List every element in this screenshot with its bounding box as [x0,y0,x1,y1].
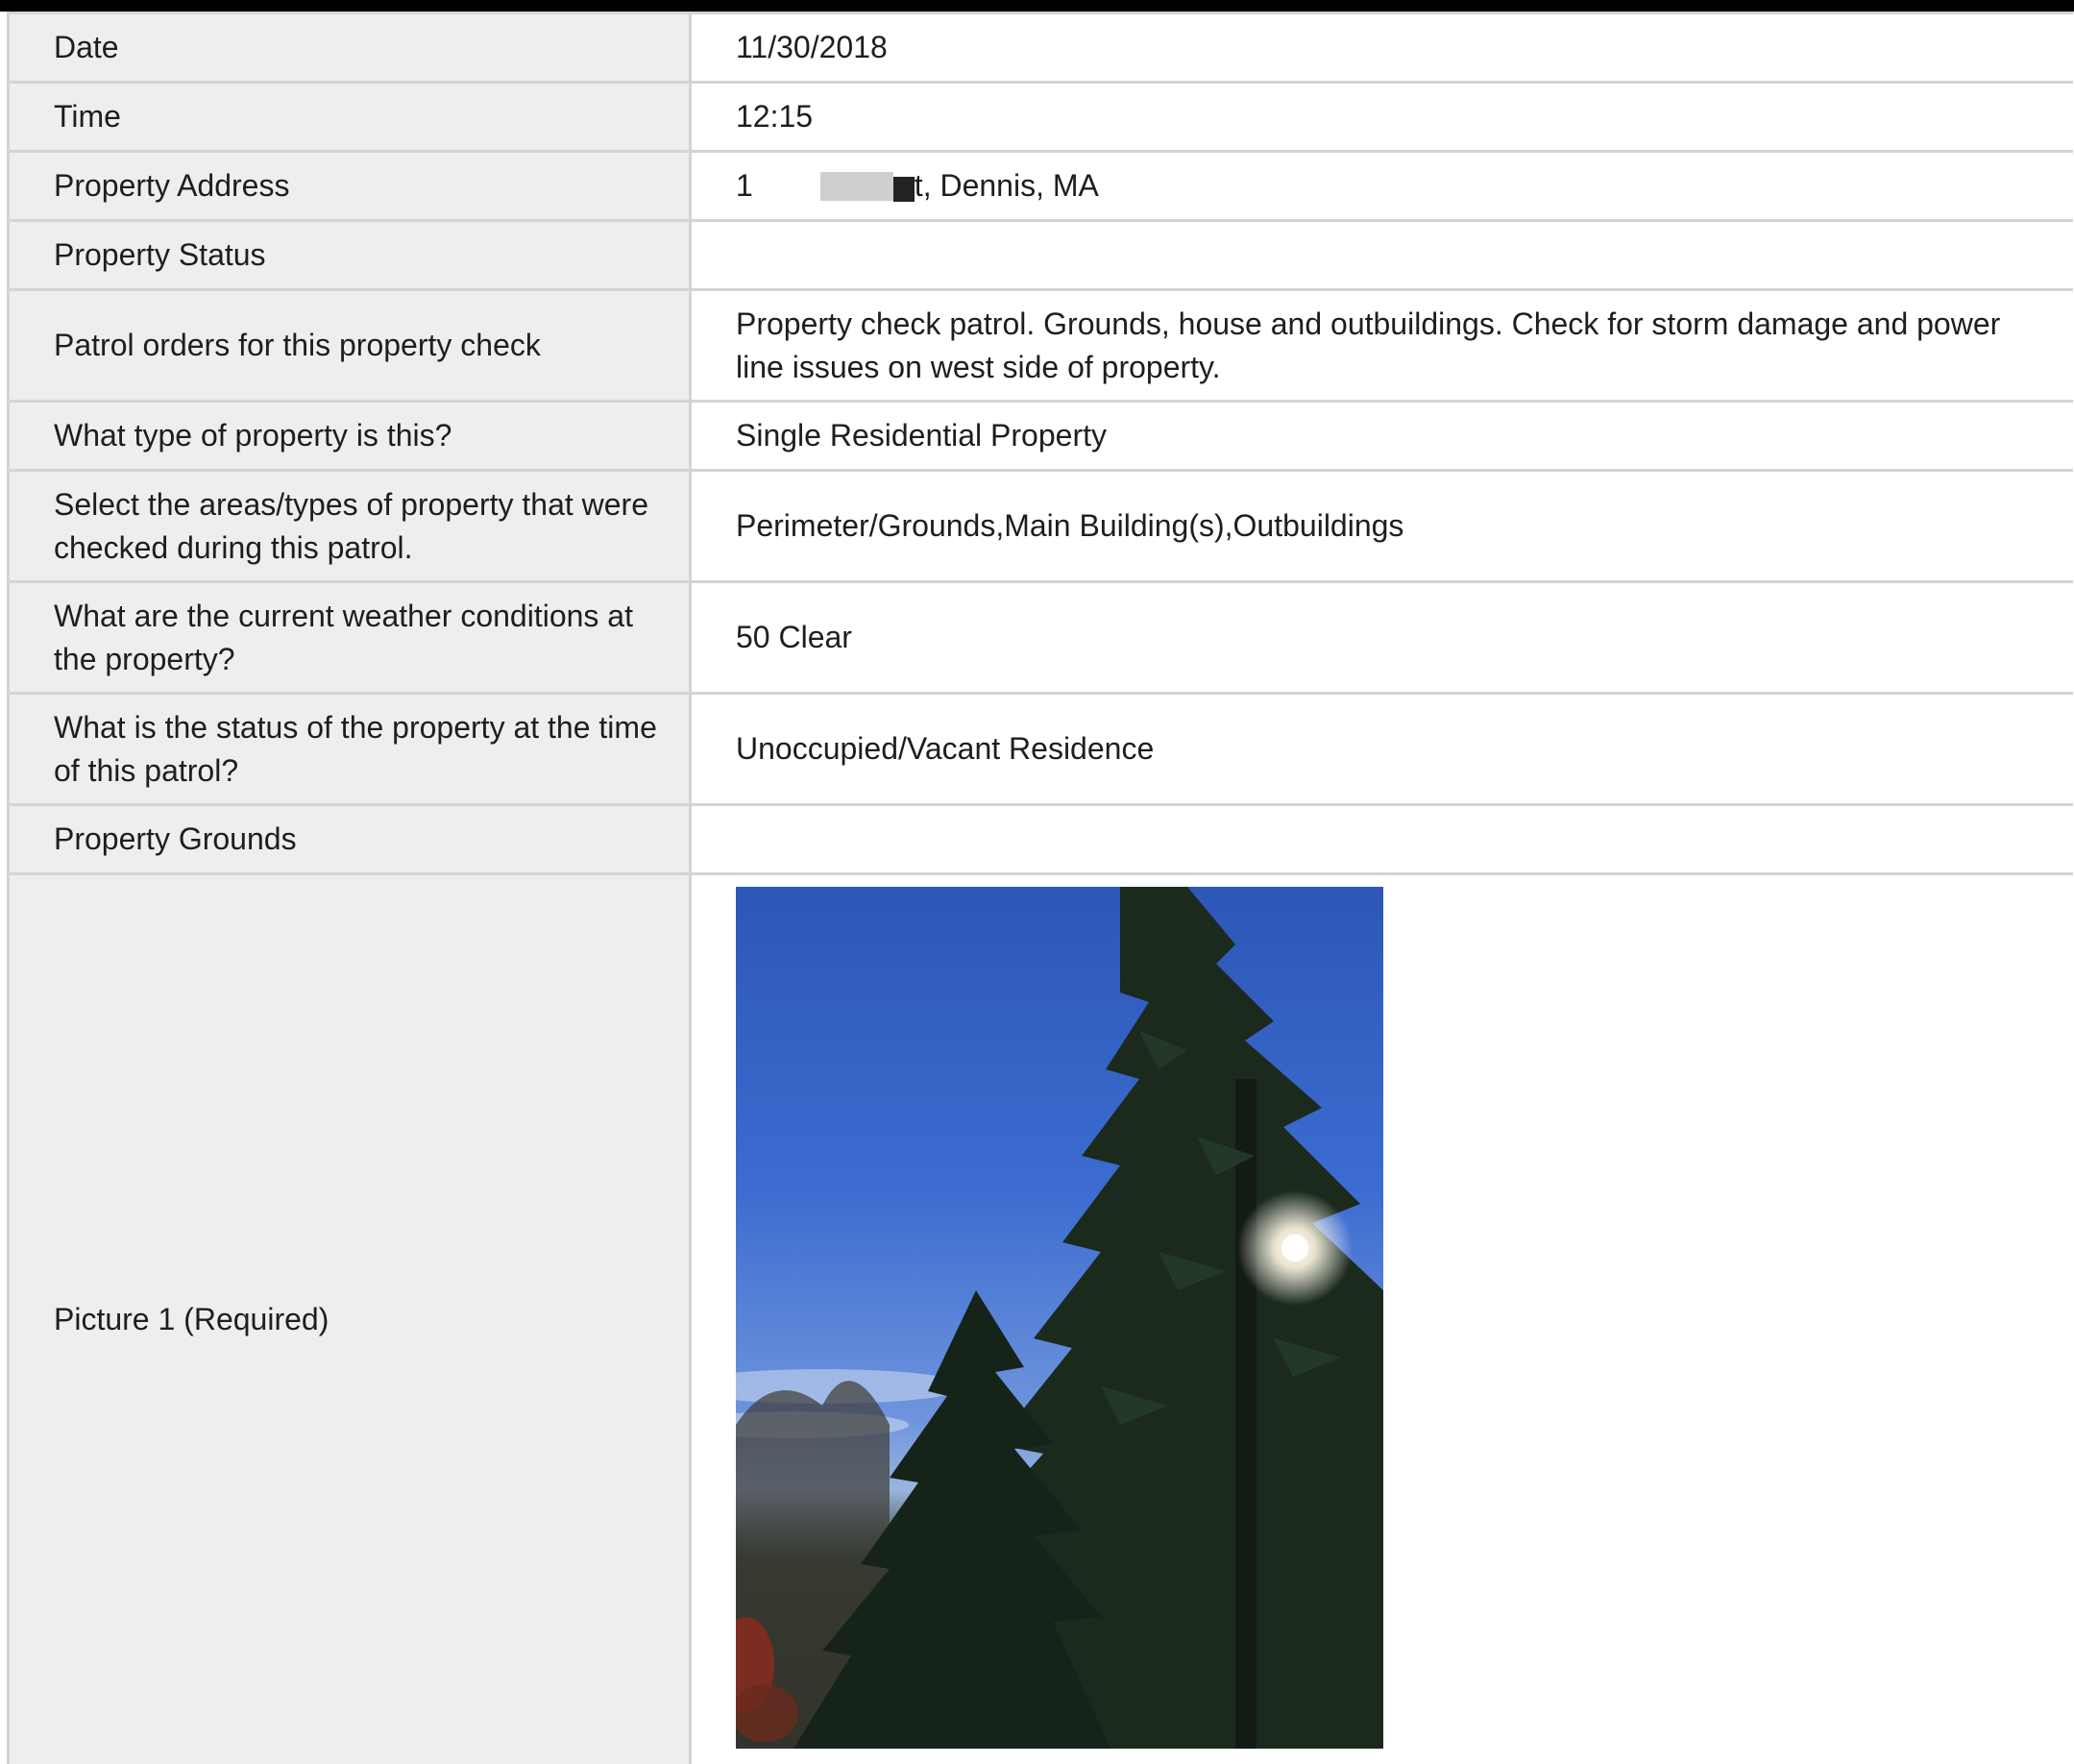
address-rest: t, Dennis, MA [914,168,1099,203]
property-grounds-label: Property Grounds [7,806,692,872]
picture-1-cell [692,875,2073,1764]
time-label: Time [7,84,692,150]
property-grounds-value [692,806,2073,872]
weather-value: 50 Clear [736,620,852,654]
areas-checked-label: Select the areas/types of property that … [7,472,692,580]
row-property-address: Property Address 1 t, Dennis, MA [7,153,2073,222]
occupancy-status-label: What is the status of the property at th… [7,695,692,803]
redaction-black [892,176,915,202]
property-address-label: Property Address [7,153,692,219]
property-status-label: Property Status [7,222,692,288]
occupancy-status-value: Unoccupied/Vacant Residence [736,731,1155,766]
property-type-value: Single Residential Property [736,418,1107,453]
row-date: Date 11/30/2018 [7,14,2073,84]
row-property-type: What type of property is this? Single Re… [7,403,2073,472]
row-occupancy-status: What is the status of the property at th… [7,695,2073,806]
row-time: Time 12:15 [7,84,2073,153]
top-bar [0,0,2074,12]
date-label: Date [7,14,692,81]
address-text: 1 t, Dennis, MA [736,164,1099,208]
row-picture-1: Picture 1 (Required) [7,875,2073,1764]
photo-pine-trees-sun [736,887,1383,1749]
patrol-orders-value: Property check patrol. Grounds, house an… [736,306,2001,384]
row-property-status: Property Status [7,222,2073,291]
row-weather: What are the current weather conditions … [7,583,2073,695]
areas-checked-value: Perimeter/Grounds,Main Building(s),Outbu… [736,508,1404,543]
weather-label: What are the current weather conditions … [7,583,692,692]
redaction-gray [819,171,893,201]
time-value: 12:15 [736,99,814,134]
row-property-grounds: Property Grounds [7,806,2073,875]
photo-illustration [736,887,1383,1749]
date-value: 11/30/2018 [736,30,888,64]
row-patrol-orders: Patrol orders for this property check Pr… [7,291,2073,403]
row-areas-checked: Select the areas/types of property that … [7,472,2073,583]
property-type-label: What type of property is this? [7,403,692,469]
property-status-value [692,222,2073,288]
property-address-value: 1 t, Dennis, MA [692,153,2073,219]
picture-1-label: Picture 1 (Required) [7,875,692,1764]
address-number: 1 [736,168,753,203]
patrol-report-table: Date 11/30/2018 Time 12:15 Property Addr… [7,12,2073,1764]
patrol-orders-label: Patrol orders for this property check [7,291,692,400]
